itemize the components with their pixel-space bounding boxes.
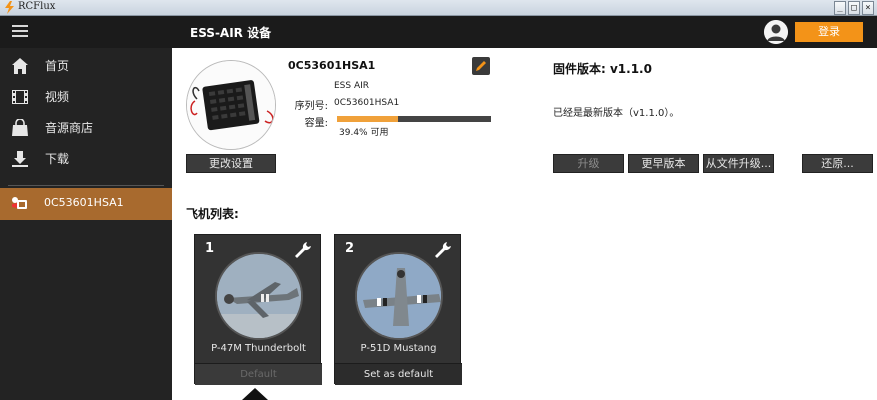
device-name: 0C53601HSA1 (288, 59, 376, 72)
aircraft-card[interactable]: 2 P-51D Mustang Set as default (334, 234, 462, 385)
upgrade-from-file-button[interactable]: 从文件升级... (703, 154, 774, 173)
change-settings-button[interactable]: 更改设置 (186, 154, 276, 173)
window-title: RCFlux (18, 1, 56, 12)
device-image (186, 60, 276, 150)
capacity-progress-bar (337, 116, 491, 122)
sidebar-item-home[interactable]: 首页 (0, 51, 172, 81)
header-bar: ESS-AIR 设备 登录 (0, 16, 877, 48)
upgrade-button[interactable]: 升级 (553, 154, 624, 173)
serial-value: 0C53601HSA1 (334, 98, 400, 108)
sidebar: 首页 视频 音源商店 下载 0C53601HSA1 (0, 48, 172, 400)
firmware-status: 已经是最新版本（v1.1.0）。 (553, 108, 680, 119)
capacity-text: 39.4% 可用 (339, 128, 389, 138)
app-logo-icon (5, 1, 14, 14)
aircraft-list-heading: 飞机列表: (186, 207, 239, 221)
sidebar-item-label: 0C53601HSA1 (44, 196, 124, 209)
shopping-bag-icon (12, 119, 28, 136)
serial-label: 序列号: (294, 101, 328, 112)
aircraft-number: 1 (205, 241, 215, 256)
firmware-title: 固件版本: v1.1.0 (553, 62, 652, 76)
sidebar-item-label: 音源商店 (45, 121, 94, 135)
aircraft-number: 2 (345, 241, 355, 256)
older-version-button[interactable]: 更早版本 (628, 154, 699, 173)
aircraft-name: P-47M Thunderbolt (211, 343, 306, 354)
selection-pointer (242, 388, 268, 400)
maximize-icon[interactable]: □ (848, 1, 860, 15)
wrench-icon[interactable] (293, 240, 313, 260)
aircraft-name: P-51D Mustang (360, 343, 437, 354)
close-icon[interactable]: × (862, 1, 874, 15)
home-icon (12, 58, 28, 74)
minimize-icon[interactable]: _ (834, 1, 846, 15)
page-title: ESS-AIR 设备 (190, 26, 272, 40)
default-label: Default (195, 363, 322, 385)
download-icon (12, 151, 28, 167)
sidebar-divider (8, 185, 164, 186)
device-model: ESS AIR (334, 81, 370, 91)
set-as-default-button[interactable]: Set as default (335, 363, 462, 385)
wrench-icon[interactable] (433, 240, 453, 260)
sidebar-item-label: 首页 (45, 59, 70, 73)
user-avatar-icon[interactable] (764, 20, 788, 44)
aircraft-photo (215, 252, 303, 340)
sidebar-item-download[interactable]: 下载 (0, 144, 172, 174)
sidebar-item-sound-store[interactable]: 音源商店 (0, 113, 172, 143)
restore-button[interactable]: 还原... (802, 154, 873, 173)
sidebar-item-device[interactable]: 0C53601HSA1 (0, 188, 172, 220)
login-button[interactable]: 登录 (795, 22, 863, 42)
device-icon (12, 197, 27, 209)
film-icon (12, 90, 28, 104)
pencil-icon (476, 61, 486, 71)
capacity-progress-fill (337, 116, 398, 122)
aircraft-card[interactable]: 1 P-47M Thunderbolt Default (194, 234, 322, 385)
edit-button[interactable] (472, 57, 490, 75)
menu-icon[interactable] (12, 25, 28, 39)
capacity-label: 容量: (304, 118, 328, 129)
sidebar-item-video[interactable]: 视频 (0, 82, 172, 112)
sidebar-item-label: 下载 (45, 152, 70, 166)
aircraft-photo (355, 252, 443, 340)
sidebar-item-label: 视频 (45, 90, 70, 104)
window-titlebar: RCFlux _ □ × (0, 0, 877, 16)
